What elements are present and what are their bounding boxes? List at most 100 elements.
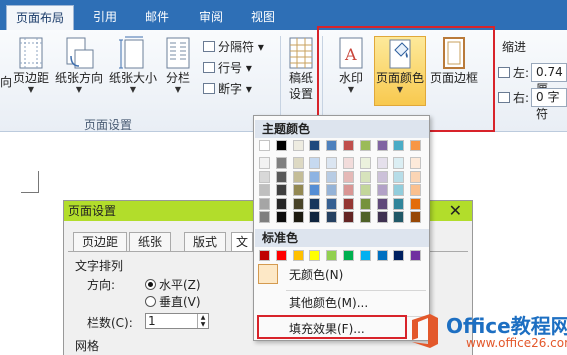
theme-shade-swatch[interactable]	[393, 184, 405, 196]
horizontal-radio[interactable]: 水平(Z)	[145, 276, 201, 293]
theme-shade-swatch[interactable]	[410, 197, 422, 210]
theme-shade-swatch[interactable]	[275, 170, 287, 183]
theme-shade-swatch[interactable]	[326, 184, 338, 196]
theme-shade-swatch[interactable]	[359, 197, 371, 210]
tab-review[interactable]: 审阅	[190, 5, 232, 30]
theme-shade-swatch[interactable]	[410, 157, 422, 169]
theme-color-swatch[interactable]	[309, 140, 321, 151]
stepper-arrows-icon[interactable]: ▲ ▼	[197, 314, 208, 328]
theme-shade-swatch[interactable]	[343, 170, 354, 183]
theme-shade-swatch[interactable]	[393, 157, 405, 169]
theme-color-swatch[interactable]	[359, 140, 371, 151]
theme-shade-swatch[interactable]	[410, 211, 422, 223]
tab-view[interactable]: 视图	[240, 5, 286, 30]
theme-shade-swatch[interactable]	[343, 197, 354, 210]
hyphenation-button[interactable]: 断字 ▾	[203, 80, 252, 98]
standard-color-swatch[interactable]	[275, 250, 287, 261]
theme-shade-swatch[interactable]	[326, 157, 338, 169]
indent-right-input[interactable]: 0 字符	[531, 88, 567, 121]
margins-button[interactable]: 页边距 ▼	[11, 36, 51, 94]
theme-color-swatch[interactable]	[326, 140, 338, 151]
theme-shade-swatch[interactable]	[309, 211, 321, 223]
theme-shade-swatch[interactable]	[359, 184, 371, 196]
theme-shade-swatch[interactable]	[343, 157, 354, 169]
theme-shade-swatch[interactable]	[326, 170, 338, 183]
theme-shade-swatch[interactable]	[326, 197, 338, 210]
vertical-radio[interactable]: 垂直(V)	[145, 293, 201, 310]
theme-shade-swatch[interactable]	[343, 211, 354, 223]
theme-shade-swatch[interactable]	[410, 184, 422, 196]
standard-color-swatch[interactable]	[376, 250, 388, 261]
theme-shade-swatch[interactable]	[275, 197, 287, 210]
theme-shade-swatch[interactable]	[393, 197, 405, 210]
dialog-tab-layout[interactable]: 版式	[184, 232, 227, 251]
theme-shade-swatch[interactable]	[376, 211, 388, 223]
indent-left-input[interactable]: 0.74 厘	[531, 63, 567, 96]
breaks-button[interactable]: 分隔符 ▾	[203, 38, 264, 56]
theme-shade-swatch[interactable]	[393, 211, 405, 223]
theme-color-swatch[interactable]	[393, 140, 405, 151]
theme-shade-swatch[interactable]	[292, 197, 304, 210]
no-color-item[interactable]: 无颜色(N)	[255, 264, 429, 286]
theme-shade-swatch[interactable]	[292, 211, 304, 223]
standard-color-swatch[interactable]	[359, 250, 371, 261]
theme-color-swatch[interactable]	[343, 140, 354, 151]
theme-shade-swatch[interactable]	[259, 211, 270, 223]
theme-shade-swatch[interactable]	[292, 157, 304, 169]
theme-shade-swatch[interactable]	[259, 197, 270, 210]
dialog-title: 页面设置	[68, 204, 117, 218]
close-icon[interactable]: ✕	[449, 202, 462, 220]
theme-shade-swatch[interactable]	[309, 184, 321, 196]
theme-shade-swatch[interactable]	[275, 211, 287, 223]
columns-label: 分栏	[165, 71, 190, 85]
theme-color-swatch[interactable]	[376, 140, 388, 151]
dialog-tab-document-grid[interactable]: 文	[231, 232, 254, 251]
theme-shade-swatch[interactable]	[259, 157, 270, 169]
standard-color-swatch[interactable]	[259, 250, 270, 261]
columns-count-stepper[interactable]: 1 ▲ ▼	[145, 313, 209, 329]
theme-shade-swatch[interactable]	[275, 157, 287, 169]
theme-shade-swatch[interactable]	[410, 170, 422, 183]
theme-shade-swatch[interactable]	[343, 184, 354, 196]
theme-shade-swatch[interactable]	[292, 170, 304, 183]
dialog-tab-paper[interactable]: 纸张	[129, 232, 172, 251]
theme-shade-swatch[interactable]	[259, 170, 270, 183]
draft-paper-button[interactable]: 稿纸 设置	[284, 36, 318, 102]
standard-color-swatch[interactable]	[292, 250, 304, 261]
theme-shade-swatch[interactable]	[359, 211, 371, 223]
theme-shade-swatch[interactable]	[259, 184, 270, 196]
line-numbers-button[interactable]: 行号 ▾	[203, 59, 252, 77]
tab-page-layout[interactable]: 页面布局	[6, 5, 74, 30]
orientation-button[interactable]: 纸张方向 ▼	[53, 36, 105, 94]
standard-color-swatch[interactable]	[410, 250, 422, 261]
theme-shade-swatch[interactable]	[376, 157, 388, 169]
tab-references[interactable]: 引用	[84, 5, 126, 30]
columns-button[interactable]: 分栏 ▼	[162, 36, 194, 94]
theme-shade-swatch[interactable]	[275, 184, 287, 196]
standard-color-swatch[interactable]	[309, 250, 321, 261]
theme-shade-swatch[interactable]	[359, 170, 371, 183]
standard-color-swatch[interactable]	[393, 250, 405, 261]
more-colors-item[interactable]: 其他颜色(M)...	[255, 292, 429, 314]
theme-shade-swatch[interactable]	[309, 170, 321, 183]
indent-title: 缩进	[502, 40, 527, 54]
theme-shade-swatch[interactable]	[309, 197, 321, 210]
theme-shade-swatch[interactable]	[376, 197, 388, 210]
theme-color-swatch[interactable]	[259, 140, 270, 151]
theme-shade-swatch[interactable]	[376, 184, 388, 196]
theme-shade-swatch[interactable]	[376, 170, 388, 183]
theme-shade-swatch[interactable]	[292, 184, 304, 196]
theme-color-swatch[interactable]	[410, 140, 422, 151]
dialog-tab-margins[interactable]: 页边距	[73, 232, 128, 251]
theme-shade-swatch[interactable]	[309, 157, 321, 169]
radio-selected-icon	[145, 279, 156, 290]
size-button[interactable]: 纸张大小 ▼	[107, 36, 159, 94]
theme-shade-swatch[interactable]	[393, 170, 405, 183]
theme-color-swatch[interactable]	[292, 140, 304, 151]
theme-shade-swatch[interactable]	[359, 157, 371, 169]
standard-color-swatch[interactable]	[343, 250, 354, 261]
tab-mailings[interactable]: 邮件	[136, 5, 178, 30]
standard-color-swatch[interactable]	[326, 250, 338, 261]
theme-color-swatch[interactable]	[275, 140, 287, 151]
theme-shade-swatch[interactable]	[326, 211, 338, 223]
